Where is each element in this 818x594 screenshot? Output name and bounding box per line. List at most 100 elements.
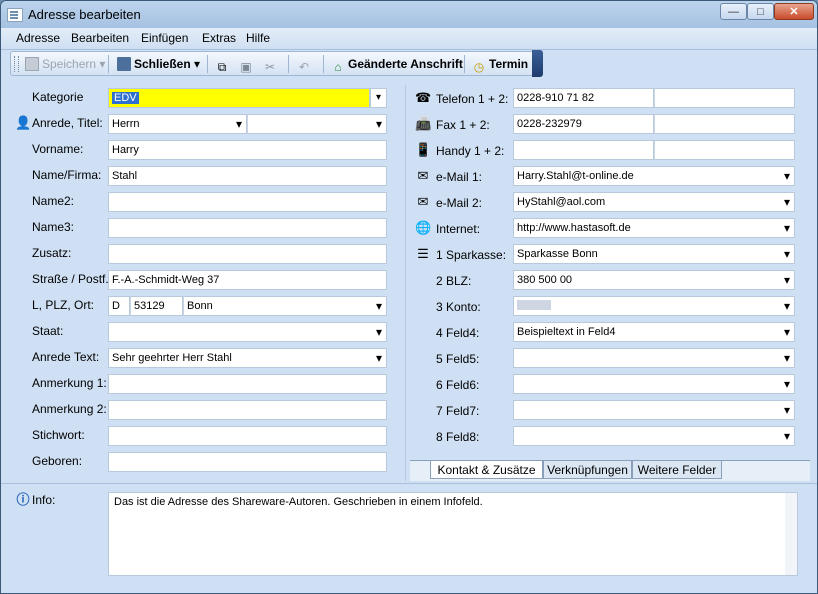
close-record-button[interactable]: Schließen ▾ <box>117 54 200 74</box>
feld6-select[interactable] <box>513 374 795 394</box>
menu-hilfe[interactable]: Hilfe <box>246 31 270 45</box>
save-button[interactable]: Speichern ▾ <box>25 54 105 74</box>
info-scrollbar[interactable] <box>785 493 797 575</box>
feld8-select[interactable] <box>513 426 795 446</box>
changed-address-label: Geänderte Anschrift <box>348 57 463 71</box>
handy-label: Handy 1 + 2: <box>436 144 505 158</box>
clock-icon: ◷ <box>473 60 485 74</box>
telefon1-field[interactable]: 0228-910 71 82 <box>513 88 654 108</box>
menu-bearbeiten[interactable]: Bearbeiten <box>71 31 129 45</box>
copy-button[interactable]: ⧉ <box>215 54 232 74</box>
anrede-text-label: Anrede Text: <box>32 350 100 364</box>
tab-weitere-felder[interactable]: Weitere Felder <box>632 461 722 479</box>
copy-icon: ⧉ <box>217 60 227 74</box>
fax-label: Fax 1 + 2: <box>436 118 490 132</box>
blz-select[interactable]: 380 500 00 <box>513 270 795 290</box>
house-icon: ⌂ <box>334 60 342 74</box>
email-envelope-icon: ✉ <box>417 194 429 209</box>
anrede-select[interactable]: Herrn <box>108 114 247 134</box>
name2-label: Name2: <box>32 194 75 208</box>
land-field[interactable]: D <box>108 296 130 316</box>
titel-select[interactable] <box>247 114 387 134</box>
konto-select[interactable] <box>513 296 795 316</box>
toolbar-separator <box>108 55 109 73</box>
geboren-label: Geboren: <box>32 454 83 468</box>
kategorie-dropdown-button[interactable]: ▾ <box>370 88 387 108</box>
tab-verknuepfungen[interactable]: Verknüpfungen <box>543 461 632 479</box>
telefon2-field[interactable] <box>654 88 795 108</box>
fax2-field[interactable] <box>654 114 795 134</box>
toolbar-separator <box>464 55 465 73</box>
email2-select[interactable]: HyStahl@aol.com <box>513 192 795 212</box>
email2-label: e-Mail 2: <box>436 196 483 210</box>
stichwort-label: Stichwort: <box>32 428 85 442</box>
anrede-text-select[interactable]: Sehr geehrter Herr Stahl <box>108 348 387 368</box>
kategorie-select[interactable]: EDV <box>108 88 370 108</box>
undo-button[interactable]: ↶ <box>297 54 314 74</box>
info-text: Das ist die Adresse des Shareware-Autore… <box>114 496 483 508</box>
appointment-button[interactable]: ◷ Termin <box>472 54 528 74</box>
menu-bar: Adresse Bearbeiten Einfügen Extras Hilfe <box>1 28 817 50</box>
name3-field[interactable] <box>108 218 387 238</box>
menu-extras[interactable]: Extras <box>202 31 236 45</box>
cut-button[interactable]: ✂ <box>263 54 280 74</box>
window-title: Adresse bearbeiten <box>28 7 141 22</box>
sparkasse-label: 1 Sparkasse: <box>436 248 507 262</box>
tab-strip: Kontakt & Zusätze Verknüpfungen Weitere … <box>410 460 810 481</box>
fax-icon: 📠 <box>415 116 432 131</box>
info-label: Info: <box>32 493 56 507</box>
column-divider <box>405 85 406 481</box>
name2-field[interactable] <box>108 192 387 212</box>
feld5-select[interactable] <box>513 348 795 368</box>
email-envelope-icon: ✉ <box>417 168 429 183</box>
menu-adresse[interactable]: Adresse <box>16 31 60 45</box>
feld4-label: 4 Feld4: <box>436 326 480 340</box>
changed-address-button[interactable]: ⌂ Geänderte Anschrift <box>331 54 463 74</box>
toolbar-grip[interactable] <box>14 56 19 72</box>
toolbar-separator <box>323 55 324 73</box>
staat-select[interactable] <box>108 322 387 342</box>
close-record-label: Schließen <box>134 57 191 71</box>
sparkasse-select[interactable]: Sparkasse Bonn <box>513 244 795 264</box>
blz-label: 2 BLZ: <box>436 274 472 288</box>
maximize-button[interactable]: □ <box>747 3 774 20</box>
minimize-button[interactable]: — <box>720 3 747 20</box>
vorname-field[interactable]: Harry <box>108 140 387 160</box>
menu-einfuegen[interactable]: Einfügen <box>141 31 188 45</box>
fax1-field[interactable]: 0228-232979 <box>513 114 654 134</box>
feld7-select[interactable] <box>513 400 795 420</box>
internet-label: Internet: <box>436 222 481 236</box>
handy1-field[interactable] <box>513 140 654 160</box>
stichwort-field[interactable] <box>108 426 387 446</box>
ort-select[interactable]: Bonn <box>183 296 387 316</box>
internet-select[interactable]: http://www.hastasoft.de <box>513 218 795 238</box>
kategorie-value: EDV <box>112 92 139 104</box>
feld6-label: 6 Feld6: <box>436 378 480 392</box>
name-firma-label: Name/Firma: <box>32 168 102 182</box>
anmerkung2-field[interactable] <box>108 400 387 420</box>
paste-button[interactable]: ▣ <box>239 54 256 74</box>
scissors-icon: ✂ <box>264 60 276 74</box>
land-plz-ort-label: L, PLZ, Ort: <box>32 298 95 312</box>
info-textarea[interactable]: Das ist die Adresse des Shareware-Autore… <box>108 492 798 576</box>
geboren-field[interactable] <box>108 452 387 472</box>
toolbar-overflow-button[interactable] <box>532 50 543 77</box>
title-bar[interactable]: Adresse bearbeiten — □ ✕ <box>1 1 817 28</box>
mobile-phone-icon: 📱 <box>415 142 432 157</box>
telephone-icon: ☎ <box>415 90 432 105</box>
feld4-select[interactable]: Beispieltext in Feld4 <box>513 322 795 342</box>
toolbar-separator <box>288 55 289 73</box>
zusatz-field[interactable] <box>108 244 387 264</box>
konto-label: 3 Konto: <box>436 300 481 314</box>
close-button[interactable]: ✕ <box>774 3 814 20</box>
email1-select[interactable]: Harry.Stahl@t-online.de <box>513 166 795 186</box>
anmerkung1-field[interactable] <box>108 374 387 394</box>
plz-field[interactable]: 53129 <box>130 296 183 316</box>
undo-icon: ↶ <box>298 60 310 74</box>
name-firma-field[interactable]: Stahl <box>108 166 387 186</box>
tab-kontakt-zusaetze[interactable]: Kontakt & Zusätze <box>430 461 543 479</box>
strasse-field[interactable]: F.-A.-Schmidt-Weg 37 <box>108 270 387 290</box>
app-icon <box>7 8 23 22</box>
strasse-label: Straße / Postf.: <box>32 272 113 286</box>
handy2-field[interactable] <box>654 140 795 160</box>
